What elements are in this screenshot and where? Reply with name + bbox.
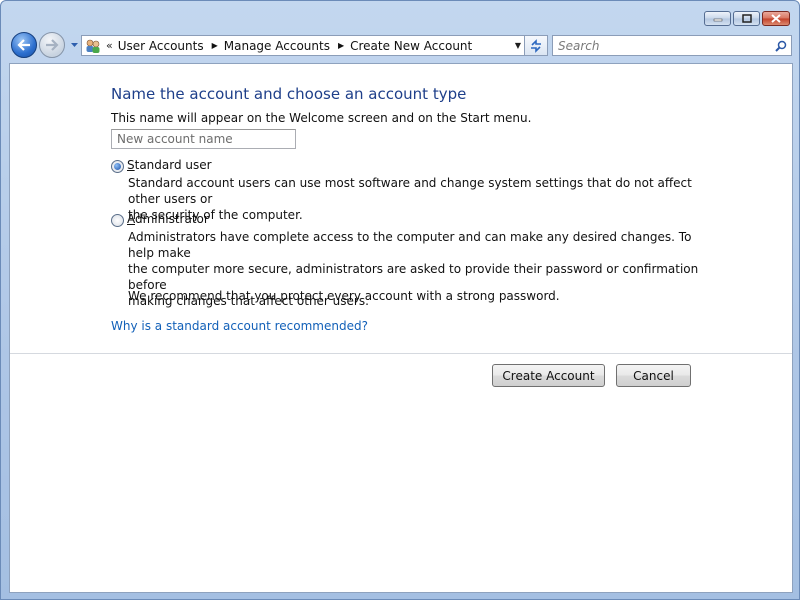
back-button[interactable] (11, 32, 37, 58)
user-accounts-icon (84, 38, 102, 54)
standard-user-description: Standard account users can use most soft… (128, 175, 708, 223)
forward-button[interactable] (39, 32, 65, 58)
accesskey-s: S (127, 158, 135, 172)
breadcrumb-label: Manage Accounts (223, 38, 330, 53)
accesskey-a: A (127, 212, 135, 226)
description-line: the security of the computer. (128, 208, 303, 222)
chevron-down-icon (70, 43, 78, 47)
breadcrumb-overflow[interactable]: « (106, 39, 113, 52)
breadcrumb-user-accounts[interactable]: User Accounts ▶ (118, 39, 224, 53)
forward-arrow-icon (46, 39, 59, 51)
address-bar[interactable]: « User Accounts ▶ Manage Accounts ▶ Create… (81, 35, 529, 56)
search-icon[interactable] (771, 36, 791, 55)
breadcrumb-create-new-account[interactable]: Create New Account (350, 39, 472, 53)
description-line: Administrators have complete access to t… (128, 230, 692, 260)
standard-user-radio[interactable] (111, 160, 124, 173)
recommendation-text: We recommend that you protect every acco… (128, 289, 560, 303)
description-line: Standard account users can use most soft… (128, 176, 692, 206)
close-icon (771, 14, 781, 23)
content-pane: Name the account and choose an account t… (9, 63, 793, 593)
create-account-button[interactable]: Create Account (492, 364, 605, 387)
breadcrumb-label: User Accounts (117, 38, 204, 53)
divider (10, 353, 792, 354)
administrator-radio[interactable] (111, 214, 124, 227)
maximize-icon (741, 14, 752, 23)
standard-user-label[interactable]: Standard user (127, 158, 212, 172)
close-button[interactable] (762, 11, 790, 26)
breadcrumb-arrow-icon[interactable]: ▶ (338, 41, 344, 50)
search-box (552, 35, 792, 56)
radio-selected-dot (114, 163, 121, 170)
cancel-button[interactable]: Cancel (616, 364, 691, 387)
administrator-label[interactable]: Administrator (127, 212, 209, 226)
search-input[interactable] (553, 36, 771, 55)
minimize-icon (713, 18, 722, 21)
caption-buttons (704, 11, 790, 26)
breadcrumb-label: Create New Account (350, 38, 473, 53)
window-frame: « User Accounts ▶ Manage Accounts ▶ Create… (0, 0, 800, 600)
account-name-input[interactable] (111, 129, 296, 149)
refresh-icon (531, 38, 541, 53)
breadcrumb-arrow-icon[interactable]: ▶ (212, 41, 218, 50)
navigation-toolbar: « User Accounts ▶ Manage Accounts ▶ Create… (9, 32, 793, 58)
refresh-button[interactable] (524, 35, 548, 56)
page-title: Name the account and choose an account t… (111, 85, 467, 103)
minimize-button[interactable] (704, 11, 731, 26)
administrator-label-rest: dministrator (135, 212, 209, 226)
standard-user-label-rest: tandard user (134, 158, 212, 172)
page-subtitle: This name will appear on the Welcome scr… (111, 111, 532, 125)
back-arrow-icon (17, 39, 30, 51)
breadcrumb-manage-accounts[interactable]: Manage Accounts ▶ (224, 39, 350, 53)
help-link-standard-account[interactable]: Why is a standard account recommended? (111, 319, 368, 333)
recent-pages-dropdown[interactable] (68, 39, 80, 51)
maximize-button[interactable] (733, 11, 760, 26)
